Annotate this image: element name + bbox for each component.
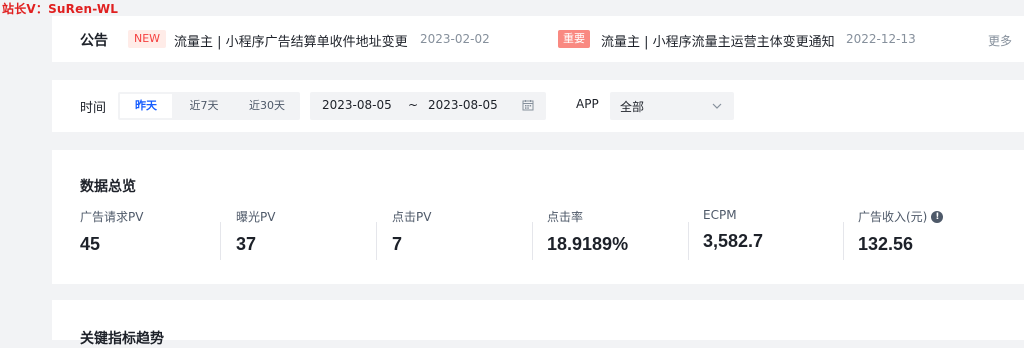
metric-label: 点击率 — [547, 210, 584, 224]
metric-value: 132.56 — [858, 234, 914, 254]
metric-label: 广告请求PV — [80, 210, 144, 224]
metric-divider — [688, 222, 689, 260]
info-icon[interactable]: ! — [931, 210, 944, 223]
overview-title: 数据总览 — [80, 179, 136, 195]
trend-panel: 关键指标趋势 — [52, 300, 1024, 347]
data-overview-panel: 数据总览 广告请求PV 45 曝光PV 37 点击PV 7 点击率 18.918… — [52, 150, 1024, 284]
app-select-value: 全部 — [620, 100, 645, 114]
range-7days-button[interactable]: 近7天 — [176, 94, 232, 118]
new-badge: NEW — [128, 30, 167, 48]
important-badge: 重要 — [558, 30, 590, 48]
metric-clicks: 点击PV 7 — [392, 208, 542, 255]
app-select[interactable]: 全部 — [610, 92, 734, 120]
notice-bar: 公告 NEW 流量主 | 小程序广告结算单收件地址变更 2023-02-02 重… — [52, 16, 1024, 62]
more-link[interactable]: 更多 — [988, 32, 1012, 49]
notice-title: 公告 — [80, 33, 108, 49]
metric-value: 37 — [236, 234, 257, 254]
metric-label: 点击PV — [392, 210, 432, 224]
metric-divider — [843, 222, 844, 260]
chevron-down-icon — [712, 103, 722, 109]
metric-value: 45 — [80, 234, 101, 254]
watermark-text: 站长V：SuRen-WL — [2, 2, 119, 16]
range-30days-button[interactable]: 近30天 — [236, 94, 298, 118]
notice-date-1: 2023-02-02 — [420, 32, 490, 46]
start-date[interactable]: 2023-08-05 — [322, 98, 392, 112]
metric-ecpm: ECPM 3,582.7 — [703, 208, 853, 252]
metric-impressions: 曝光PV 37 — [236, 208, 386, 255]
metric-ad-requests: 广告请求PV 45 — [80, 208, 230, 255]
metric-label: ECPM — [703, 208, 737, 222]
app-label: APP — [576, 97, 599, 111]
end-date[interactable]: 2023-08-05 — [428, 98, 498, 112]
date-separator: ~ — [408, 98, 419, 112]
notice-date-2: 2022-12-13 — [846, 32, 916, 46]
metric-value: 3,582.7 — [703, 231, 764, 251]
metric-divider — [220, 222, 221, 260]
metric-value: 7 — [392, 234, 403, 254]
metric-label-row: 广告收入(元) ! — [858, 208, 1008, 225]
range-yesterday-button[interactable]: 昨天 — [120, 94, 172, 118]
notice-link-1[interactable]: 流量主 | 小程序广告结算单收件地址变更 — [174, 31, 408, 50]
metric-label: 广告收入(元) — [858, 210, 928, 224]
metric-label: 曝光PV — [236, 210, 276, 224]
calendar-icon[interactable] — [522, 99, 534, 111]
time-label: 时间 — [80, 101, 107, 116]
date-range-picker[interactable]: 2023-08-05 ~ 2023-08-05 — [310, 92, 546, 120]
metric-value: 18.9189% — [547, 234, 629, 254]
time-range-segmented: 昨天 近7天 近30天 — [118, 92, 300, 120]
metric-ad-revenue: 广告收入(元) ! 132.56 — [858, 208, 1008, 255]
metric-divider — [532, 222, 533, 260]
metric-ctr: 点击率 18.9189% — [547, 208, 697, 255]
filter-bar: 时间 昨天 近7天 近30天 2023-08-05 ~ 2023-08-05 A… — [52, 80, 1024, 132]
notice-link-2[interactable]: 流量主 | 小程序流量主运营主体变更通知 — [601, 31, 835, 50]
metric-divider — [376, 222, 377, 260]
trend-title: 关键指标趋势 — [80, 331, 164, 347]
